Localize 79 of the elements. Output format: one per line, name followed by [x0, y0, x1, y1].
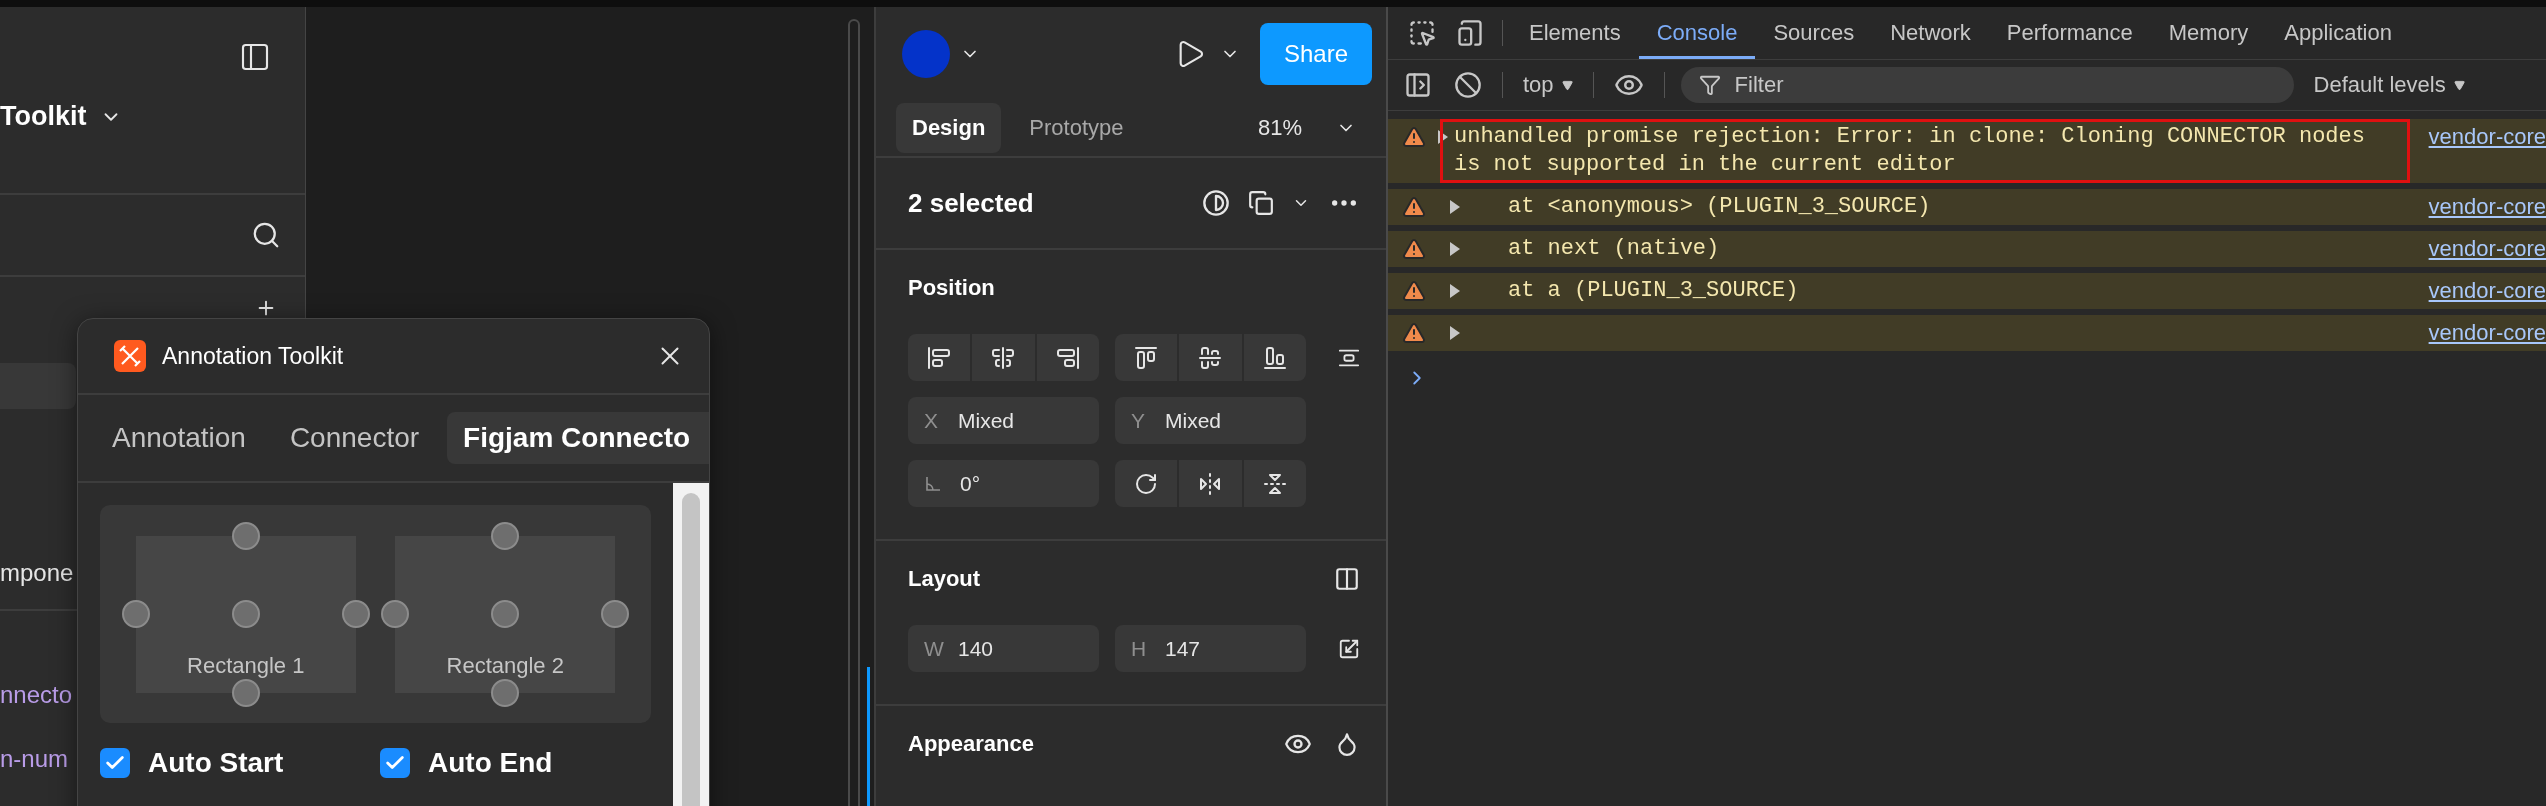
size-field[interactable]: W 140 — [908, 625, 1099, 672]
caret-icon — [2453, 79, 2465, 91]
warning-icon — [1402, 321, 1426, 345]
expand-triangle-icon[interactable] — [1448, 241, 1462, 257]
option-checkbox[interactable]: Auto End — [380, 747, 620, 779]
plugin-tab[interactable]: Connector — [273, 412, 436, 464]
position-field[interactable]: X Mixed — [908, 397, 1099, 444]
size-field[interactable]: H 147 — [1115, 625, 1306, 672]
rotation-field[interactable]: 0° — [908, 460, 1099, 507]
expand-triangle-icon[interactable] — [1448, 283, 1462, 299]
copy-icon[interactable] — [1248, 190, 1274, 217]
shape-label: Rectangle 2 — [446, 652, 564, 679]
layer-name: mpone — [0, 559, 74, 587]
search-icon[interactable] — [251, 220, 281, 250]
section-title: Layout — [908, 566, 982, 592]
message-text: at next (native) — [1508, 235, 1720, 263]
scrollbar[interactable] — [848, 19, 860, 806]
message-text: at <anonymous> (PLUGIN_3_SOURCE) — [1508, 193, 1931, 221]
message-text: unhandled promise rejection: Error: in clone: Cloning CONNECTOR nodes is not supported in the current editor — [1454, 123, 2366, 179]
layout-icon[interactable] — [1334, 566, 1360, 592]
connection-handle[interactable] — [381, 600, 410, 628]
devtools-tab[interactable]: Network — [1872, 7, 1989, 59]
expand-triangle-icon[interactable] — [1448, 199, 1462, 215]
warning-icon — [1402, 237, 1426, 261]
devtools-tab[interactable]: Sources — [1755, 7, 1873, 59]
plugin-logo-icon — [114, 340, 146, 372]
selection-count: 2 selected — [908, 187, 1035, 219]
devtools-tab[interactable]: Application — [2266, 7, 2410, 59]
warning-icon — [1402, 195, 1426, 219]
source-link[interactable]: vendor-core — [2428, 277, 2546, 305]
align-right-icon[interactable] — [1036, 334, 1099, 381]
connection-handle[interactable] — [601, 600, 630, 628]
expand-triangle-icon[interactable] — [1448, 325, 1462, 341]
flip-horizontal-icon[interactable] — [1179, 460, 1242, 507]
filter-icon — [1698, 74, 1721, 96]
connection-handle[interactable] — [491, 521, 520, 550]
file-name: Toolkit — [0, 101, 87, 132]
connection-handle[interactable] — [231, 521, 260, 550]
devtools-tab[interactable]: Elements — [1511, 7, 1639, 59]
angle-icon — [924, 474, 942, 493]
rectangle-shape[interactable]: Rectangle 2 — [395, 535, 616, 693]
flip-vertical-icon[interactable] — [1243, 460, 1306, 507]
contrast-icon[interactable] — [1202, 189, 1230, 218]
shape-label: Rectangle 1 — [187, 652, 305, 679]
code-text: nnecto — [0, 681, 73, 709]
align-center-icon[interactable] — [972, 334, 1035, 381]
plugin-title: Annotation Toolkit — [162, 342, 345, 370]
align-middle-icon[interactable] — [1179, 334, 1242, 381]
align-top-icon[interactable] — [1115, 334, 1178, 381]
panel-tab[interactable]: Design — [896, 103, 1002, 154]
caret-icon — [1561, 79, 1573, 91]
section-title: Appearance — [908, 731, 1035, 757]
code-text: n-num — [0, 745, 69, 773]
section-title: Position — [908, 275, 996, 301]
devtools-tab[interactable]: Performance — [1988, 7, 2151, 59]
devtools-tab[interactable]: Memory — [2150, 7, 2267, 59]
levels-dropdown[interactable]: Default levels — [2303, 72, 2475, 98]
plugin-tab[interactable]: Annotation — [96, 412, 262, 464]
align-left-icon[interactable] — [908, 334, 971, 381]
source-link[interactable]: vendor-core — [2428, 235, 2546, 263]
align-bottom-icon[interactable] — [1243, 334, 1306, 381]
position-field[interactable]: Y Mixed — [1115, 397, 1306, 444]
devtools-tab[interactable]: Console — [1638, 7, 1756, 59]
source-link[interactable]: vendor-core — [2428, 193, 2546, 221]
option-checkbox[interactable]: Auto Start — [100, 747, 340, 779]
source-link[interactable]: vendor-core — [2428, 319, 2546, 347]
rectangle-shape[interactable]: Rectangle 1 — [135, 535, 356, 693]
source-link[interactable]: vendor-core — [2428, 123, 2546, 151]
rotate-icon[interactable] — [1115, 460, 1178, 507]
context-dropdown[interactable]: top — [1513, 72, 1583, 98]
expand-triangle-icon[interactable] — [1436, 129, 1450, 145]
warning-icon — [1402, 125, 1426, 149]
message-text: at a (PLUGIN_3_SOURCE) — [1508, 277, 1799, 305]
plugin-tab[interactable]: Figjam Connecto — [447, 412, 709, 464]
filter-field[interactable]: Filter — [1680, 67, 2294, 103]
panel-tab[interactable]: Prototype — [1013, 103, 1140, 154]
zoom-level[interactable]: 81% — [1257, 115, 1302, 142]
warning-icon — [1402, 279, 1426, 303]
connection-handle[interactable] — [121, 600, 150, 628]
